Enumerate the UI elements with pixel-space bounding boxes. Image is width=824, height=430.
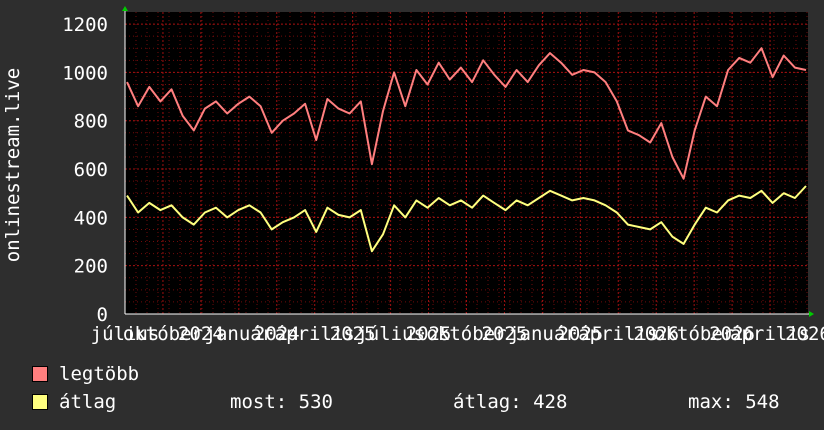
side-label: onlinestream.live [2, 68, 24, 262]
x-tick-label: 2026 [785, 323, 824, 345]
legend-label-avg: átlag [59, 391, 117, 413]
legend-swatch-avg [32, 394, 48, 410]
y-tick-label: 1000 [62, 62, 108, 84]
y-tick-label: 1200 [62, 14, 108, 36]
y-tick-label: 800 [74, 111, 108, 133]
x-tick-labels: júliusoktóber2024január2024április2025jú… [91, 323, 824, 345]
y-axis-arrow-icon [122, 6, 128, 11]
legend-swatch-max [32, 366, 48, 382]
y-tick-label: 400 [74, 207, 108, 229]
stat-now: most: 530 [230, 391, 333, 413]
stat-average: átlag: 428 [453, 391, 568, 413]
y-tick-labels: 020040060080010001200 [62, 14, 108, 326]
legend-label-max: legtöbb [59, 363, 140, 385]
y-tick-label: 600 [74, 159, 108, 181]
y-tick-label: 200 [74, 256, 108, 278]
x-axis-arrow-icon [809, 311, 814, 317]
stat-max: max: 548 [688, 391, 780, 413]
